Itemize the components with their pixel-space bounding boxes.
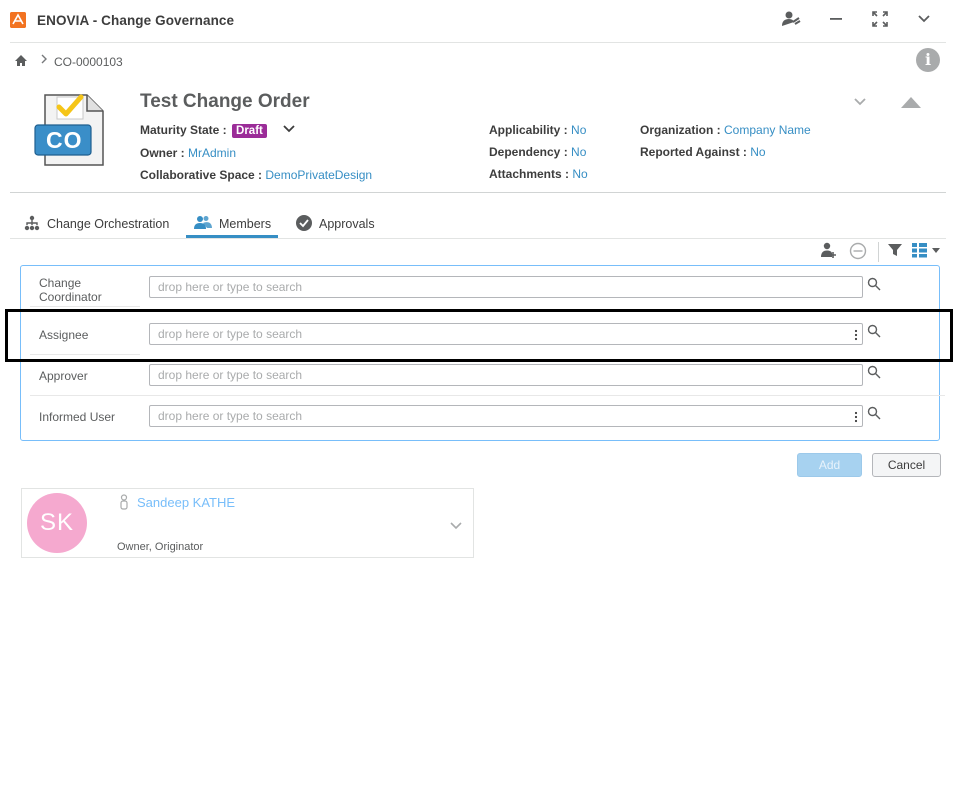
view-switch-icon[interactable] xyxy=(910,242,942,262)
change-order-icon-label: CO xyxy=(46,127,83,153)
search-icon[interactable] xyxy=(867,365,881,379)
change-coordinator-input[interactable] xyxy=(149,276,863,298)
organization-link[interactable]: Company Name xyxy=(724,123,811,137)
header-divider xyxy=(10,192,946,193)
member-roles: Owner, Originator xyxy=(117,541,204,553)
person-icon xyxy=(119,494,129,515)
search-icon[interactable] xyxy=(867,277,881,291)
tab-approvals[interactable]: Approvals xyxy=(296,212,375,236)
info-icon[interactable]: i xyxy=(916,48,940,72)
maturity-state-label: Maturity State : xyxy=(140,123,227,137)
toolbar-divider xyxy=(878,242,879,262)
row-divider xyxy=(30,395,945,396)
remove-member-icon[interactable] xyxy=(847,242,869,262)
change-coordinator-label-line1: Change xyxy=(39,276,82,290)
member-name-link[interactable]: Sandeep KATHE xyxy=(137,495,235,510)
collab-space-attr: Collaborative Space : DemoPrivateDesign xyxy=(140,168,372,182)
member-expand-chevron-icon[interactable] xyxy=(449,519,463,537)
app-title: ENOVIA - Change Governance xyxy=(37,13,235,28)
add-button[interactable]: Add xyxy=(797,453,862,477)
3ds-logo-icon xyxy=(10,12,26,28)
maturity-state-attr: Maturity State : Draft xyxy=(140,123,267,138)
minimize-icon[interactable] xyxy=(825,10,847,32)
reported-against-attr: Reported Against : No xyxy=(640,145,766,159)
breadcrumb-chevron-icon xyxy=(40,54,48,67)
dependency-link[interactable]: No xyxy=(571,145,586,159)
applicability-link[interactable]: No xyxy=(571,123,586,137)
more-vertical-icon[interactable] xyxy=(854,410,858,423)
dependency-attr: Dependency : No xyxy=(489,145,586,159)
collapse-header-triangle-icon[interactable] xyxy=(900,95,922,114)
share-user-icon[interactable] xyxy=(780,10,802,32)
change-coordinator-label-line2: Coordinator xyxy=(39,290,102,304)
informed-user-label: Informed User xyxy=(39,410,116,424)
organization-attr: Organization : Company Name xyxy=(640,123,811,137)
attachments-link[interactable]: No xyxy=(572,167,587,181)
applicability-label: Applicability : xyxy=(489,123,568,137)
owner-attr: Owner : MrAdmin xyxy=(140,146,236,160)
change-coordinator-label: Change Coordinator xyxy=(39,276,102,304)
search-icon[interactable] xyxy=(867,406,881,420)
add-member-icon[interactable] xyxy=(818,242,840,262)
reported-against-link[interactable]: No xyxy=(750,145,765,159)
organization-label: Organization : xyxy=(640,123,721,137)
filter-icon[interactable] xyxy=(884,242,906,262)
tab-change-orchestration[interactable]: Change Orchestration xyxy=(24,212,169,236)
topbar-divider xyxy=(10,42,946,43)
attachments-attr: Attachments : No xyxy=(489,167,588,181)
owner-link[interactable]: MrAdmin xyxy=(188,146,236,160)
tab-members[interactable]: Members xyxy=(194,212,271,236)
fullscreen-icon[interactable] xyxy=(869,10,891,32)
tab-label: Approvals xyxy=(319,217,375,231)
tab-label: Change Orchestration xyxy=(47,217,170,231)
avatar: SK xyxy=(27,493,87,553)
page-title: Test Change Order xyxy=(140,91,310,112)
maturity-state-chevron-icon[interactable] xyxy=(281,122,297,141)
chevron-down-icon[interactable] xyxy=(913,10,935,32)
attachments-label: Attachments : xyxy=(489,167,570,181)
member-card[interactable] xyxy=(21,488,474,558)
row-divider xyxy=(30,306,140,307)
breadcrumb-current[interactable]: CO-0000103 xyxy=(54,55,123,69)
approver-input[interactable] xyxy=(149,364,863,386)
owner-label: Owner : xyxy=(140,146,185,160)
check-circle-icon xyxy=(296,214,312,234)
cancel-button[interactable]: Cancel xyxy=(872,453,941,477)
tabs-divider xyxy=(10,238,946,239)
dependency-label: Dependency : xyxy=(489,145,568,159)
status-badge[interactable]: Draft xyxy=(232,123,267,138)
tab-label: Members xyxy=(219,217,272,231)
approver-label: Approver xyxy=(39,369,88,383)
collab-space-label: Collaborative Space : xyxy=(140,168,263,182)
members-icon xyxy=(194,215,212,234)
expand-header-chevron-icon[interactable] xyxy=(852,95,868,114)
applicability-attr: Applicability : No xyxy=(489,123,586,137)
home-icon[interactable] xyxy=(14,54,28,72)
reported-against-label: Reported Against : xyxy=(640,145,747,159)
hierarchy-icon xyxy=(24,215,40,234)
collab-space-link[interactable]: DemoPrivateDesign xyxy=(265,168,372,182)
informed-user-input[interactable] xyxy=(149,405,863,427)
assignee-row-highlight xyxy=(5,309,953,362)
